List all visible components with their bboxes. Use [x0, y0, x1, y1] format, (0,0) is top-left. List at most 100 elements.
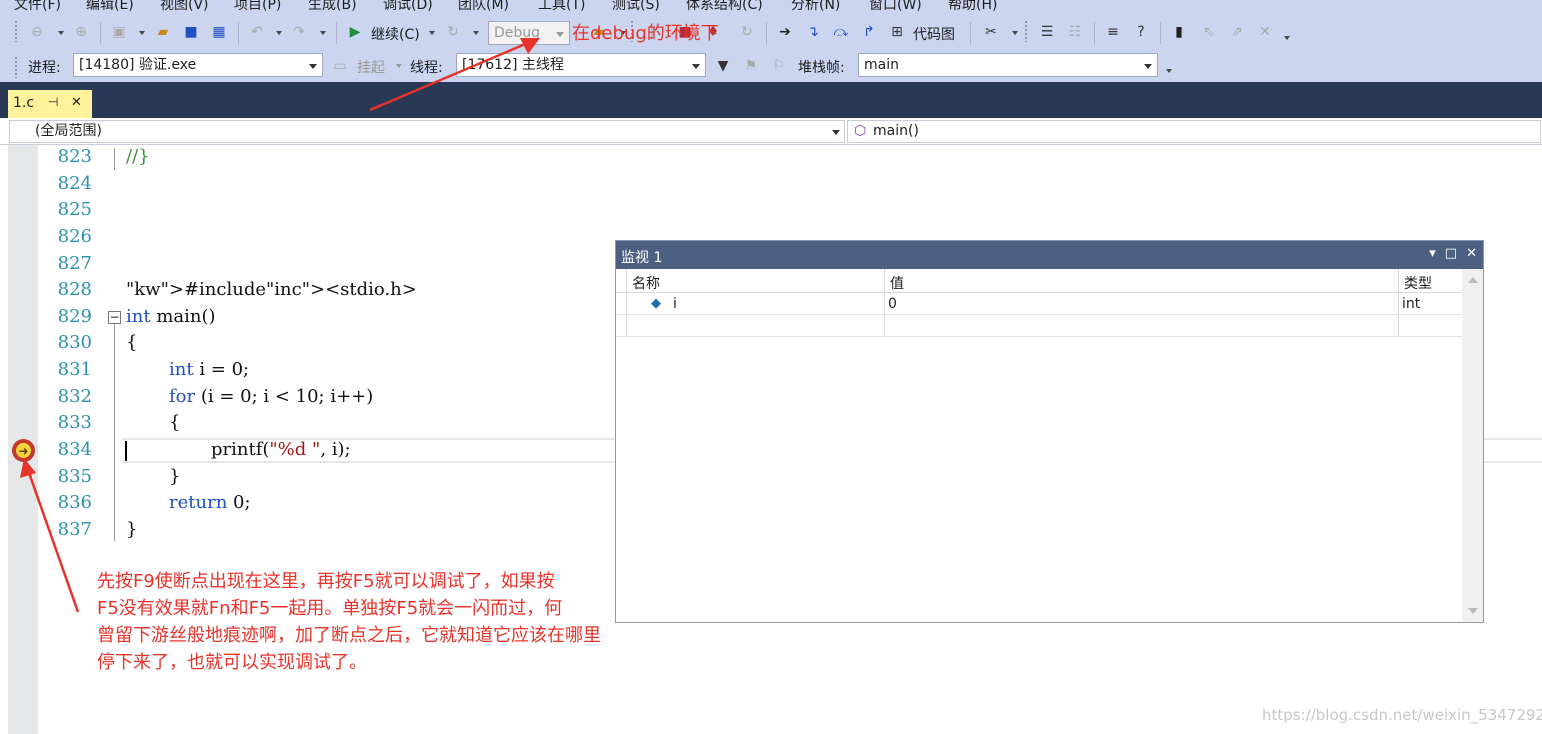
toolbar-grip-4[interactable] [14, 56, 18, 78]
watch-row[interactable]: ◆ i 0 int [616, 294, 1462, 315]
code-line-printf[interactable]: printf("%d ", i); [211, 439, 351, 460]
suspend-label[interactable]: 挂起 [357, 57, 385, 77]
close-icon[interactable]: ✕ [1466, 246, 1477, 261]
tab-label: 1.c [13, 95, 35, 111]
column-name[interactable]: 名称 [632, 273, 660, 293]
restart-debug-icon[interactable]: ↻ [738, 23, 756, 41]
suspend-icon[interactable]: ▭ [331, 57, 349, 75]
step-into-icon[interactable]: ↴ [804, 23, 822, 41]
format-icon[interactable]: ≡ [1104, 23, 1122, 41]
code-line[interactable]: } [126, 519, 137, 540]
line-number: 836 [57, 492, 92, 513]
menu-build[interactable]: 生成(B) [308, 0, 357, 14]
line-number: 827 [57, 253, 92, 274]
watch-header: 名称 值 类型 [616, 269, 1462, 293]
menu-project[interactable]: 项目(P) [234, 0, 281, 14]
clear-bookmarks-icon[interactable]: ✕ [1256, 23, 1274, 41]
menu-test[interactable]: 测试(S) [612, 0, 660, 14]
menu-tools[interactable]: 工具(T) [538, 0, 585, 14]
watch-window[interactable]: 监视 1 ▾ □ ✕ 名称 值 类型 ◆ i 0 int [615, 240, 1484, 623]
code-line-decl[interactable]: int i = 0; [169, 359, 249, 380]
thread-dropdown[interactable]: [17612] 主线程 [456, 53, 706, 77]
line-number: 831 [57, 359, 92, 380]
window-menu-icon[interactable]: ▾ [1429, 246, 1436, 261]
bookmark-toggle-icon[interactable]: ▮ [1170, 23, 1188, 41]
menu-architecture[interactable]: 体系结构(C) [686, 0, 763, 14]
step-over-icon[interactable]: ⤼ [832, 23, 850, 41]
toolbar-grip-3[interactable] [1024, 20, 1028, 42]
breakpoint-current-statement-icon[interactable]: ➜ [12, 439, 35, 462]
stack-frame-dropdown[interactable]: main [858, 53, 1158, 77]
collapse-toggle[interactable]: − [108, 311, 121, 324]
code-line[interactable]: { [126, 332, 137, 353]
quick-info-icon[interactable]: ? [1132, 23, 1150, 41]
function-icon: ⬡ [854, 123, 867, 139]
redo-icon[interactable]: ↷ [290, 23, 308, 41]
navigation-bar: (全局范围) ⬡ main() [0, 118, 1542, 145]
save-icon[interactable]: ■ [182, 23, 200, 41]
menu-edit[interactable]: 编辑(E) [86, 0, 134, 14]
restart-icon[interactable]: ↻ [444, 23, 462, 41]
code-map-icon[interactable]: ⊞ [888, 23, 906, 41]
comment-icon[interactable]: ☰ [1038, 23, 1056, 41]
menu-window[interactable]: 窗口(W) [869, 0, 922, 14]
document-tab-strip: 1.c ⊣ ✕ [0, 82, 1542, 118]
code-line-include[interactable]: "kw">#include"inc"><stdio.h> [126, 279, 417, 300]
maximize-icon[interactable]: □ [1445, 246, 1457, 261]
watch-title-bar[interactable]: 监视 1 ▾ □ ✕ [616, 241, 1483, 269]
continue-icon[interactable]: ▶ [346, 23, 364, 41]
menu-analyze[interactable]: 分析(N) [791, 0, 840, 14]
prev-bookmark-icon[interactable]: ⇖ [1200, 23, 1218, 41]
watch-value[interactable]: 0 [888, 296, 897, 312]
tab-1c[interactable]: 1.c ⊣ ✕ [8, 90, 92, 118]
show-next-statement-icon[interactable]: ➔ [776, 23, 794, 41]
code-line[interactable]: //} [126, 146, 150, 167]
menu-file[interactable]: 文件(F) [14, 0, 61, 14]
pin-icon[interactable]: ⊣ [48, 95, 58, 109]
code-map-label[interactable]: 代码图 [913, 24, 955, 44]
toolbar-grip[interactable] [14, 20, 18, 42]
line-number: 823 [57, 146, 92, 167]
show-flagged-icon[interactable]: ⚐ [770, 57, 788, 75]
menu-debug[interactable]: 调试(D) [383, 0, 433, 14]
function-dropdown[interactable]: ⬡ main() [847, 120, 1541, 143]
code-line[interactable]: } [169, 466, 180, 487]
solution-config-dropdown[interactable]: Debug [488, 21, 570, 45]
uncomment-icon[interactable]: ☷ [1066, 23, 1084, 41]
column-type[interactable]: 类型 [1404, 273, 1432, 293]
watch-name[interactable]: i [673, 296, 677, 312]
continue-label[interactable]: 继续(C) [371, 24, 420, 44]
thread-label: 线程: [410, 60, 443, 76]
filter-icon[interactable]: ▼ [714, 57, 732, 75]
menu-team[interactable]: 团队(M) [458, 0, 509, 14]
line-number: 832 [57, 386, 92, 407]
back-icon[interactable]: ⊖ [28, 23, 46, 41]
step-out-icon[interactable]: ↱ [860, 23, 878, 41]
code-line-return[interactable]: return 0; [169, 492, 251, 513]
line-number: 837 [57, 519, 92, 540]
editor-left-edge [0, 145, 8, 734]
menu-view[interactable]: 视图(V) [160, 0, 209, 14]
code-line-main[interactable]: int main() [126, 306, 216, 327]
watch-scrollbar[interactable] [1462, 269, 1483, 622]
save-all-icon[interactable]: ▦ [210, 23, 228, 41]
standard-toolbar: ⊖ ⊕ ▣ ▰ ■ ▦ ↶ ↷ ▶ 继续(C) ↻ Debug ▰ ‖ ■ ♦ … [0, 14, 1542, 52]
process-dropdown[interactable]: [14180] 验证.exe [73, 53, 323, 77]
forward-icon[interactable]: ⊕ [72, 23, 90, 41]
outline-guide-main [114, 324, 115, 541]
annotation-line: F5没有效果就Fn和F5一起用。单独按F5就会一闪而过，何 [97, 598, 563, 619]
code-line[interactable]: { [169, 412, 180, 433]
watch-empty-row[interactable] [616, 316, 1462, 337]
diagnostic-icon[interactable]: ✂ [982, 23, 1000, 41]
next-bookmark-icon[interactable]: ⇗ [1228, 23, 1246, 41]
scope-dropdown[interactable]: (全局范围) [9, 120, 845, 143]
open-file-icon[interactable]: ▰ [154, 23, 172, 41]
line-number: 830 [57, 332, 92, 353]
column-value[interactable]: 值 [890, 273, 904, 293]
menu-help[interactable]: 帮助(H) [948, 0, 997, 14]
close-icon[interactable]: ✕ [71, 95, 82, 110]
undo-icon[interactable]: ↶ [248, 23, 266, 41]
code-line-for[interactable]: for (i = 0; i < 10; i++) [169, 386, 373, 407]
flag-icon[interactable]: ⚑ [742, 57, 760, 75]
new-project-icon[interactable]: ▣ [110, 23, 128, 41]
